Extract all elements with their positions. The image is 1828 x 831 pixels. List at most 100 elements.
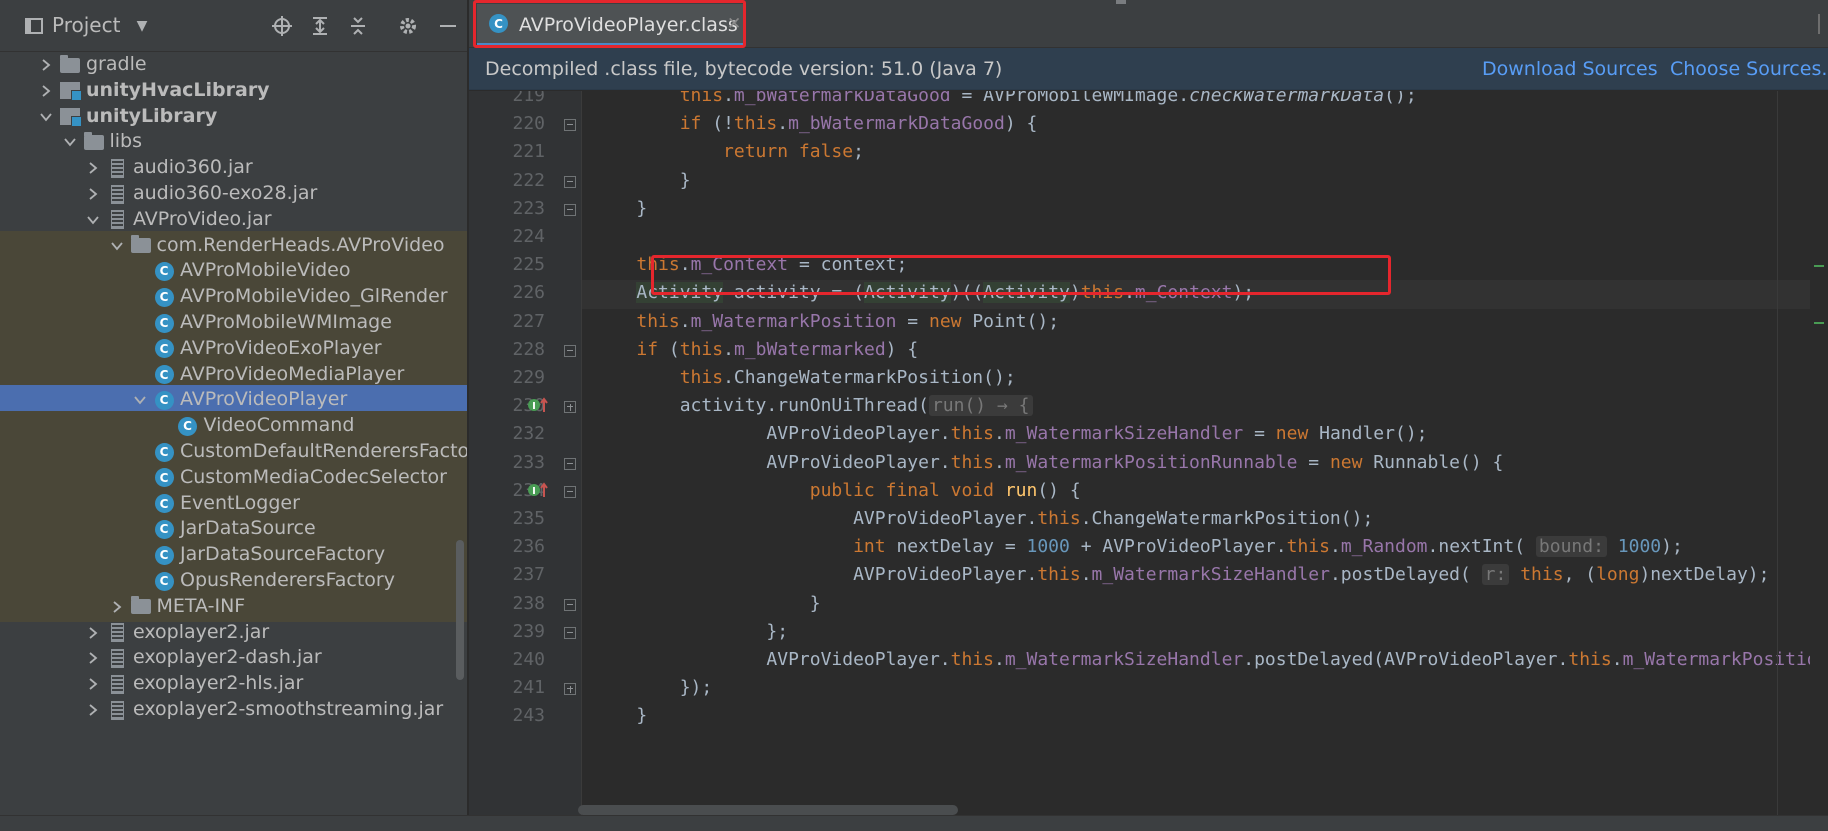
class-icon: C [154, 339, 174, 359]
chevron-right-icon[interactable] [38, 57, 54, 73]
stripe-marker[interactable] [1814, 265, 1824, 267]
tree-item-label: EventLogger [180, 491, 300, 514]
code-line[interactable]: } [593, 705, 647, 726]
code-editor[interactable]: 219 this.m_bWatermarkDataGood = AVProMob… [469, 91, 1828, 831]
stripe-marker[interactable] [1814, 322, 1824, 324]
jar-icon [107, 648, 127, 668]
line-number: 235 [512, 508, 545, 529]
tree-item-label: audio360.jar [133, 156, 253, 179]
download-sources-link[interactable]: Download Sources [1482, 58, 1658, 80]
code-line[interactable]: if (!this.m_bWatermarkDataGood) { [593, 113, 1038, 134]
fold-collapse-icon[interactable] [564, 175, 576, 188]
chevron-down-icon[interactable] [38, 109, 54, 125]
code-line[interactable]: public final void run() { [593, 480, 1081, 501]
line-number: 238 [512, 592, 545, 614]
code-line[interactable]: activity.runOnUiThread(run() → { [593, 395, 1033, 417]
code-line[interactable]: AVProVideoPlayer.this.m_WatermarkPositio… [593, 452, 1503, 473]
tree-item-label: exoplayer2.jar [133, 620, 270, 643]
chevron-right-icon[interactable] [109, 599, 125, 615]
folder-icon [60, 54, 80, 75]
fold-collapse-icon[interactable] [564, 485, 576, 498]
tree-item-label: JarDataSourceFactory [180, 543, 386, 566]
folder-icon [130, 596, 151, 617]
line-number: 232 [512, 423, 545, 445]
implements-method-icon[interactable]: I [527, 481, 549, 503]
project-header: Project ▼ [0, 0, 467, 52]
tree-item-label: AVProVideoPlayer [180, 388, 348, 411]
hide-panel-icon[interactable] [436, 14, 460, 38]
jar-icon [107, 158, 127, 178]
project-tool-window: Project ▼ gradle unityHvacLibrary unityLib… [0, 0, 468, 831]
collapse-all-icon[interactable] [346, 14, 370, 38]
chevron-right-icon[interactable] [85, 625, 101, 641]
fold-collapse-icon[interactable] [564, 203, 576, 216]
chevron-right-icon[interactable] [38, 83, 54, 99]
fold-collapse-icon[interactable] [564, 457, 576, 470]
gear-icon[interactable] [396, 14, 420, 38]
code-line[interactable]: this.m_WatermarkPosition = new Point(); [593, 311, 1059, 332]
tree-item-label: JarDataSource [180, 517, 316, 540]
code-line[interactable]: AVProVideoPlayer.this.m_WatermarkSizeHan… [593, 649, 1828, 670]
code-line[interactable]: }; [593, 621, 788, 642]
project-view-icon[interactable] [22, 14, 46, 38]
view-dropdown-icon[interactable]: ▼ [130, 14, 154, 38]
horizontal-scrollbar[interactable] [578, 805, 958, 815]
fold-collapse-icon[interactable] [564, 344, 576, 357]
tree-scrollbar[interactable] [456, 540, 464, 680]
tree-item-label: AVProVideoExoPlayer [180, 336, 382, 359]
chevron-down-icon[interactable] [132, 392, 148, 408]
svg-text:I: I [532, 401, 536, 412]
svg-text:I: I [532, 486, 536, 497]
locate-file-icon[interactable] [270, 14, 294, 38]
decompiled-banner: Decompiled .class file, bytecode version… [469, 48, 1828, 90]
line-number: 228 [512, 338, 545, 360]
fold-collapse-icon[interactable] [564, 626, 576, 639]
chevron-right-icon[interactable] [85, 160, 101, 176]
code-line[interactable]: int nextDelay = 1000 + AVProVideoPlayer.… [593, 536, 1683, 558]
code-line[interactable]: this.ChangeWatermarkPosition(); [593, 367, 1016, 388]
fold-collapse-icon[interactable] [564, 598, 576, 611]
line-number: 240 [512, 649, 545, 670]
chevron-right-icon[interactable] [85, 650, 101, 666]
jar-icon [107, 700, 127, 720]
tree-item-label: CustomMediaCodecSelector [180, 465, 447, 488]
chevron-down-icon[interactable] [85, 212, 101, 228]
fold-collapse-icon[interactable] [564, 119, 576, 132]
code-line[interactable]: AVProVideoPlayer.this.m_WatermarkSizeHan… [593, 423, 1427, 444]
code-line[interactable]: this.m_bWatermarkDataGood = AVProMobileW… [593, 91, 1417, 106]
expand-all-icon[interactable] [308, 14, 332, 38]
line-number: 221 [512, 141, 545, 163]
jar-icon [107, 210, 127, 230]
chevron-down-icon[interactable] [62, 134, 78, 150]
chevron-right-icon[interactable] [85, 186, 101, 202]
tab-list-icon[interactable] [1818, 14, 1828, 34]
code-line[interactable]: return false; [593, 141, 864, 162]
project-view-title[interactable]: Project [52, 13, 120, 37]
code-line[interactable]: }); [593, 677, 713, 698]
tree-item-label: META-INF [156, 594, 246, 617]
class-icon: C [154, 519, 174, 539]
code-line[interactable]: } [593, 593, 821, 614]
line-number: 222 [512, 169, 545, 191]
jar-icon [107, 623, 127, 643]
line-number: 226 [512, 282, 545, 304]
fold-expand-icon[interactable] [564, 401, 576, 414]
implements-method-icon[interactable]: I [527, 396, 549, 418]
fold-expand-icon[interactable] [564, 683, 576, 696]
tree-item-exoplayer2-smoothstreaming-jar[interactable]: exoplayer2-smoothstreaming.jar [0, 695, 467, 725]
tree-item-label: OpusRenderersFactory [180, 569, 395, 591]
code-line[interactable]: if (this.m_bWatermarked) { [593, 339, 918, 360]
chevron-right-icon[interactable] [85, 702, 101, 718]
code-line[interactable]: AVProVideoPlayer.this.ChangeWatermarkPos… [593, 508, 1373, 529]
code-line[interactable]: AVProVideoPlayer.this.m_WatermarkSizeHan… [593, 564, 1769, 586]
tree-item-label: unityLibrary [86, 104, 218, 127]
choose-sources-link[interactable]: Choose Sources... [1670, 58, 1828, 80]
code-line[interactable]: } [593, 170, 691, 191]
code-line[interactable]: } [593, 198, 647, 219]
tab-annotation-box [473, 0, 746, 48]
class-icon: C [154, 494, 174, 514]
line-number: 224 [512, 226, 545, 247]
chevron-down-icon[interactable] [109, 238, 125, 254]
chevron-right-icon[interactable] [85, 676, 101, 692]
code-annotation-box [651, 255, 1391, 295]
